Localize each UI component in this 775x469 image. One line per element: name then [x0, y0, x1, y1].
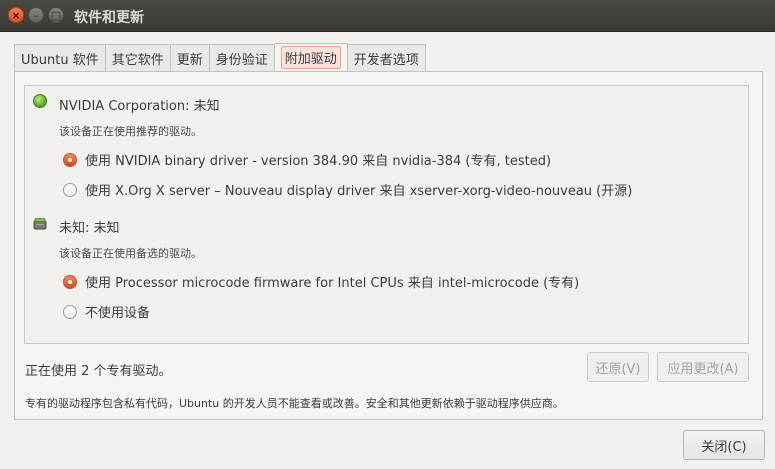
green-status-icon — [33, 94, 47, 108]
proprietary-driver-note: 专有的驱动程序包含私有代码，Ubuntu 的开发人员不能查看或改善。安全和其他更… — [25, 397, 564, 410]
tab-authentication[interactable]: 身份验证 — [209, 44, 275, 72]
apply-changes-button[interactable]: 应用更改(A) — [657, 352, 749, 382]
radio-unselected-icon[interactable] — [63, 304, 77, 319]
device-title: 未知: 未知 — [59, 221, 120, 236]
driver-option[interactable]: 使用 NVIDIA binary driver - version 384.90… — [63, 150, 551, 169]
maximize-icon: □ — [50, 8, 62, 22]
additional-drivers-panel: NVIDIA Corporation: 未知 该设备正在使用推荐的驱动。 使用 … — [14, 71, 763, 420]
tab-other-software[interactable]: 其它软件 — [105, 44, 171, 72]
tab-label: 附加驱动 — [280, 46, 341, 69]
tab-developer-options[interactable]: 开发者选项 — [347, 44, 426, 72]
device-status: 该设备正在使用备选的驱动。 — [59, 247, 202, 260]
window-maximize-button[interactable]: □ — [48, 7, 64, 23]
driver-option-label: 使用 X.Org X server – Nouveau display driv… — [85, 184, 633, 199]
tab-label: 身份验证 — [215, 52, 268, 68]
close-button[interactable]: 关闭(C) — [683, 430, 765, 460]
driver-option[interactable]: 使用 X.Org X server – Nouveau display driv… — [63, 180, 632, 199]
tab-updates[interactable]: 更新 — [170, 44, 210, 72]
chip-icon — [33, 218, 47, 230]
software-updates-window: × – □ 软件和更新 Ubuntu 软件 其它软件 更新 身份验证 附加驱动 … — [0, 0, 775, 469]
tab-label: 开发者选项 — [353, 52, 419, 68]
tab-additional-drivers[interactable]: 附加驱动 — [274, 43, 348, 72]
tab-label: Ubuntu 软件 — [21, 52, 99, 68]
driver-option-label: 不使用设备 — [85, 306, 151, 321]
radio-unselected-icon[interactable] — [63, 182, 77, 197]
title-bar: × – □ 软件和更新 — [0, 0, 775, 32]
tab-label: 其它软件 — [111, 52, 164, 68]
window-close-button[interactable]: × — [8, 7, 24, 23]
driver-list[interactable]: NVIDIA Corporation: 未知 该设备正在使用推荐的驱动。 使用 … — [24, 85, 749, 344]
tab-ubuntu-software[interactable]: Ubuntu 软件 — [14, 44, 106, 72]
driver-option[interactable]: 使用 Processor microcode firmware for Inte… — [63, 272, 579, 291]
driver-option[interactable]: 不使用设备 — [63, 302, 150, 321]
device-status: 该设备正在使用推荐的驱动。 — [59, 125, 202, 138]
window-title: 软件和更新 — [74, 10, 144, 26]
device-title: NVIDIA Corporation: 未知 — [59, 99, 220, 114]
radio-selected-icon[interactable] — [63, 152, 77, 167]
radio-selected-icon[interactable] — [63, 274, 77, 289]
close-icon: × — [11, 8, 21, 22]
driver-option-label: 使用 NVIDIA binary driver - version 384.90… — [85, 154, 552, 169]
window-minimize-button[interactable]: – — [28, 7, 44, 23]
tab-bar: Ubuntu 软件 其它软件 更新 身份验证 附加驱动 开发者选项 — [14, 43, 426, 72]
revert-button[interactable]: 还原(V) — [587, 352, 649, 382]
tab-label: 更新 — [176, 52, 203, 68]
driver-status-text: 正在使用 2 个专有驱动。 — [25, 364, 172, 379]
minimize-icon: – — [33, 8, 39, 22]
driver-option-label: 使用 Processor microcode firmware for Inte… — [85, 276, 580, 291]
